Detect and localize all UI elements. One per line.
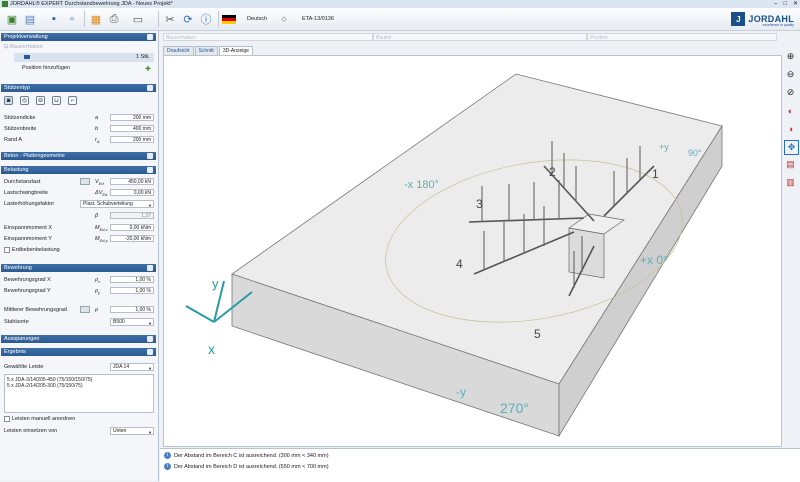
lastschwingbreite-input[interactable]: 0,00 kN bbox=[110, 189, 154, 196]
info-icon: i bbox=[164, 452, 171, 460]
axis-x-label: x bbox=[208, 341, 215, 357]
maximize-icon[interactable]: □ bbox=[783, 0, 787, 8]
column-type-oval-icon[interactable]: ⊖ bbox=[36, 96, 45, 105]
column-type-edge-icon[interactable]: ⊔ bbox=[52, 96, 61, 105]
add-position-link[interactable]: Position hinzufügen bbox=[22, 64, 70, 72]
view-controls: ⊕ ⊖ ⊘ ◐ ◑ ✥ ▤ ▥ bbox=[782, 46, 800, 196]
message-item: i Der Abstand im Bereich D ist ausreichen… bbox=[164, 462, 329, 472]
tree-position-row[interactable]: 1 Stk. bbox=[14, 53, 154, 62]
tools-icon[interactable]: ✂ bbox=[162, 11, 178, 27]
lasterhoehung-select[interactable]: Plast. Schubverteilung ▼ bbox=[80, 200, 154, 208]
jordahl-logo: J JORDAHL excellence in quality bbox=[731, 11, 794, 27]
column-type-corner-icon[interactable]: ⌐ bbox=[68, 96, 77, 105]
info-icon: i bbox=[164, 463, 171, 471]
rail-label-2: 2 bbox=[549, 165, 556, 179]
position-field[interactable]: Position bbox=[587, 33, 777, 41]
bauvorhaben-field[interactable]: Bauvorhaben bbox=[163, 33, 373, 41]
rotate-icon[interactable]: ◐ bbox=[784, 104, 797, 117]
add-icon[interactable]: ✚ bbox=[145, 65, 151, 73]
language-label[interactable]: Deutsch bbox=[247, 16, 267, 22]
label-pos-x: +x 0° bbox=[640, 253, 668, 267]
durchstanzlast-input[interactable]: 450,00 kN bbox=[110, 178, 154, 185]
label-neg-x: -x 180° bbox=[404, 179, 439, 191]
section-beton[interactable]: Beton - Plattengeometrie bbox=[1, 152, 156, 160]
zoom-in-icon[interactable]: ⊕ bbox=[784, 50, 797, 63]
app-icon bbox=[2, 1, 8, 7]
section-aussparungen[interactable]: Aussparungen bbox=[1, 335, 156, 343]
tree-root[interactable]: ⊟ Bauvorhaben bbox=[4, 43, 43, 51]
new-project-icon[interactable]: ▣ bbox=[4, 11, 20, 27]
view-tabs: Draufsicht Schnitt 3D-Anzeige bbox=[163, 46, 253, 57]
approval-icon[interactable]: ◇ bbox=[276, 11, 292, 27]
refresh-icon[interactable]: ⟳ bbox=[180, 11, 196, 27]
save-as-icon[interactable]: ▫ bbox=[64, 11, 80, 27]
stuetzendicke-input[interactable]: 200 mm bbox=[110, 114, 154, 121]
project-fields: Bauvorhaben Bauteil Position bbox=[160, 32, 780, 42]
document-icon[interactable]: ▭ bbox=[130, 11, 146, 27]
bauteil-field[interactable]: Bauteil bbox=[373, 33, 587, 41]
moment-x-input[interactable]: 0,00 kNm bbox=[110, 224, 154, 231]
leiste-select[interactable]: JDA 14 ▼ bbox=[110, 363, 154, 371]
dim-label: Stützenbreite bbox=[4, 126, 37, 132]
bewehrungsgrad-x-input[interactable]: 1,00 % bbox=[110, 276, 154, 283]
column-type-round-icon[interactable]: ◎ bbox=[20, 96, 29, 105]
export-dxf-icon[interactable]: ▥ bbox=[784, 176, 797, 189]
rotate-alt-icon[interactable]: ◑ bbox=[784, 122, 797, 135]
calculator-icon[interactable]: ▦ bbox=[88, 11, 104, 27]
erdbeben-checkbox[interactable] bbox=[4, 247, 10, 253]
rail-label-4: 4 bbox=[456, 257, 463, 271]
rail-label-5: 5 bbox=[534, 327, 541, 341]
section-projektverwaltung[interactable]: Projektverwaltung bbox=[1, 33, 156, 41]
beta-value: 1,37 bbox=[110, 212, 154, 219]
left-panel: Projektverwaltung ⊟ Bauvorhaben 1 Stk. P… bbox=[0, 31, 159, 481]
close-icon[interactable]: ✕ bbox=[793, 0, 798, 8]
main-toolbar: ▣ ▤ ▪ ▫ ▦ ⎙ ▭ ✂ ⟳ ⓘ Deutsch ◇ ETA-13/013… bbox=[0, 8, 800, 31]
german-flag-icon[interactable] bbox=[222, 15, 236, 24]
label-90: 90° bbox=[688, 148, 702, 158]
minimize-icon[interactable]: – bbox=[774, 0, 777, 8]
column-type-interior-icon[interactable]: ◙ bbox=[4, 96, 13, 105]
section-ergebnis[interactable]: Ergebnis bbox=[1, 348, 156, 356]
title-bar: JORDAHL® EXPERT Durchstanzbewehrung JDA … bbox=[0, 0, 800, 8]
rail-label-3: 3 bbox=[476, 197, 483, 211]
label-pos-y: +y bbox=[659, 142, 669, 152]
window-title: JORDAHL® EXPERT Durchstanzbewehrung JDA … bbox=[10, 1, 173, 7]
message-panel: i Der Abstand im Bereich C ist ausreichen… bbox=[160, 448, 800, 482]
3d-viewport[interactable]: -x 180° +y 90° +x 0° -y 270° 2 1 3 4 5 x… bbox=[163, 55, 782, 447]
dim-label: Stützendicke bbox=[4, 115, 36, 121]
info-icon[interactable]: ⓘ bbox=[198, 11, 214, 27]
pan-icon[interactable]: ✥ bbox=[784, 140, 799, 155]
einsetzen-select[interactable]: Unten ▼ bbox=[110, 427, 154, 435]
calc-icon[interactable] bbox=[80, 306, 90, 313]
stahlsorte-select[interactable]: B500 ▼ bbox=[110, 318, 154, 326]
zoom-out-icon[interactable]: ⊖ bbox=[784, 68, 797, 81]
result-list: 5 x JDA-3/14/205-450 (75/150/150/75) 5 x… bbox=[4, 374, 154, 413]
section-stuetzentyp[interactable]: Stützentyp bbox=[1, 84, 156, 92]
rand-a-input[interactable]: 200 mm bbox=[110, 136, 154, 143]
label-neg-y: -y bbox=[456, 385, 466, 399]
calc-icon[interactable] bbox=[80, 178, 90, 185]
print-icon[interactable]: ⎙ bbox=[106, 11, 122, 27]
moment-y-input[interactable]: -20,00 kNm bbox=[110, 235, 154, 242]
section-bewehrung[interactable]: Bewehrung bbox=[1, 264, 156, 272]
label-270: 270° bbox=[500, 400, 529, 416]
mittlerer-bewehrungsgrad-input[interactable]: 1,00 % bbox=[110, 306, 154, 313]
zoom-fit-icon[interactable]: ⊘ bbox=[784, 86, 797, 99]
section-belastung[interactable]: Belastung bbox=[1, 166, 156, 174]
3d-scene[interactable]: -x 180° +y 90° +x 0° -y 270° 2 1 3 4 5 x… bbox=[164, 56, 781, 446]
dim-label: Rand A bbox=[4, 137, 23, 143]
save-icon[interactable]: ▪ bbox=[46, 11, 62, 27]
axis-y-label: y bbox=[212, 276, 219, 291]
bewehrungsgrad-y-input[interactable]: 1,00 % bbox=[110, 287, 154, 294]
message-item: i Der Abstand im Bereich C ist ausreichen… bbox=[164, 451, 329, 461]
open-icon[interactable]: ▤ bbox=[22, 11, 38, 27]
rail-label-1: 1 bbox=[652, 167, 659, 181]
approval-label[interactable]: ETA-13/0136 bbox=[302, 16, 334, 22]
stuetzenbreite-input[interactable]: 400 mm bbox=[110, 125, 154, 132]
export-pdf-icon[interactable]: ▤ bbox=[784, 158, 797, 171]
manuell-checkbox[interactable] bbox=[4, 416, 10, 422]
